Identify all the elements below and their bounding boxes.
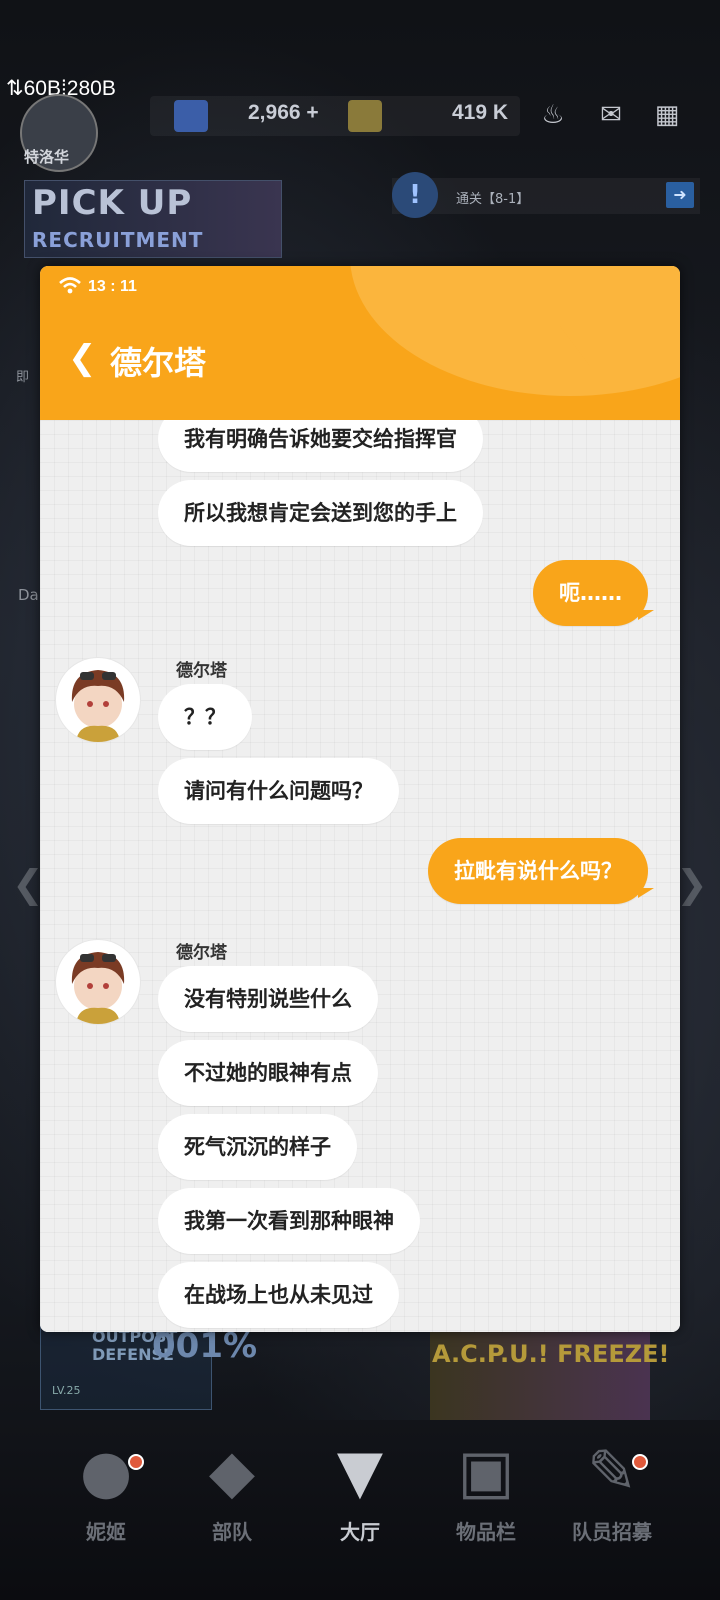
nav-label: 部队 <box>212 1520 252 1544</box>
gem-icon <box>174 100 208 132</box>
message-bubble: 请问有什么问题吗？ <box>158 758 399 824</box>
squad-icon: ◆ <box>208 1437 256 1507</box>
player-name: 特洛华 <box>24 148 70 166</box>
outpost-percent: 001% <box>152 1326 258 1366</box>
nav-label: 物品栏 <box>456 1520 516 1544</box>
nav-inventory[interactable]: ▣ 物品栏 <box>426 1432 546 1545</box>
speech-bubble-decoration <box>350 266 680 396</box>
mail-icon[interactable]: ✉ <box>594 98 628 132</box>
nikke-icon: ● <box>79 1437 133 1507</box>
mission-go-arrow-icon[interactable]: ➜ <box>666 182 694 208</box>
outpost-level: LV.25 <box>52 1384 81 1397</box>
bell-icon[interactable]: ♨ <box>536 98 570 132</box>
mission-alert-icon: ! <box>392 172 438 218</box>
banner-subtitle: RECRUITMENT <box>32 228 204 252</box>
sender-name: 德尔塔 <box>176 943 227 963</box>
chat-header: 13 : 11 ❮ 德尔塔 <box>40 266 680 420</box>
nav-recruit[interactable]: ✎ 队员招募 <box>552 1432 672 1545</box>
sender-name: 德尔塔 <box>176 661 227 681</box>
right-arrow-icon[interactable]: ❯ <box>676 862 708 906</box>
speech-bubble-tail-decoration <box>560 326 590 366</box>
wifi-icon <box>59 277 81 294</box>
message-bubble: 所以我想肯定会送到您的手上 <box>158 480 483 546</box>
nav-label: 大厅 <box>340 1520 380 1544</box>
message-bubble: 我第一次看到那种眼神 <box>158 1188 420 1254</box>
partial-label-left-2: Da <box>18 586 39 604</box>
event-banner-label: A.C.P.U.! FREEZE! <box>432 1340 670 1368</box>
grid-menu-icon[interactable]: ▦ <box>650 98 684 132</box>
banner-title: PICK UP <box>32 183 193 223</box>
chat-messages[interactable]: 我有明确告诉她要交给指挥官 所以我想肯定会送到您的手上 呃…… 德尔塔 ？？ 请… <box>40 420 680 1332</box>
lobby-icon: ▼ <box>336 1437 384 1507</box>
recruit-icon: ✎ <box>586 1437 638 1507</box>
event-banner[interactable] <box>430 1320 650 1420</box>
my-message-bubble: 呃…… <box>533 560 654 626</box>
credits-count[interactable]: 419 K <box>452 101 508 125</box>
notification-dot <box>632 1454 648 1470</box>
message-bubble: 没有特别说些什么 <box>158 966 378 1032</box>
phone-chat-window: 13 : 11 ❮ 德尔塔 我有明确告诉她要交给指挥官 所以我想肯定会送到您的手… <box>40 266 680 1332</box>
phone-time: 13 : 11 <box>88 278 137 295</box>
delta-portrait-icon <box>71 670 125 742</box>
nav-squad[interactable]: ◆ 部队 <box>172 1432 292 1545</box>
inventory-icon: ▣ <box>457 1437 515 1507</box>
nav-label: 妮姬 <box>86 1520 126 1544</box>
my-message-bubble: 拉毗有说什么吗？ <box>428 838 654 904</box>
nav-lobby[interactable]: ▼ 大厅 <box>300 1432 420 1545</box>
message-bubble: 死气沉沉的样子 <box>158 1114 357 1180</box>
delta-avatar[interactable] <box>56 940 140 1024</box>
delta-avatar[interactable] <box>56 658 140 742</box>
credit-icon <box>348 100 382 132</box>
notification-dot <box>128 1454 144 1470</box>
mission-text: 通关【8-1】 <box>456 192 530 207</box>
chat-title: 德尔塔 <box>110 344 207 382</box>
delta-portrait-icon <box>71 952 125 1024</box>
nav-label: 队员招募 <box>572 1520 652 1544</box>
message-bubble: 不过她的眼神有点 <box>158 1040 378 1106</box>
mission-bar[interactable] <box>392 178 700 214</box>
message-bubble: ？？ <box>158 684 252 750</box>
partial-label-left: 即 <box>16 370 30 385</box>
message-bubble: 我有明确告诉她要交给指挥官 <box>158 420 483 472</box>
message-bubble: 在战场上也从未见过 <box>158 1262 399 1328</box>
gems-count[interactable]: 2,966 + <box>248 101 319 125</box>
back-chevron-icon[interactable]: ❮ <box>68 338 97 378</box>
nav-nikke[interactable]: ● 妮姬 <box>46 1432 166 1545</box>
